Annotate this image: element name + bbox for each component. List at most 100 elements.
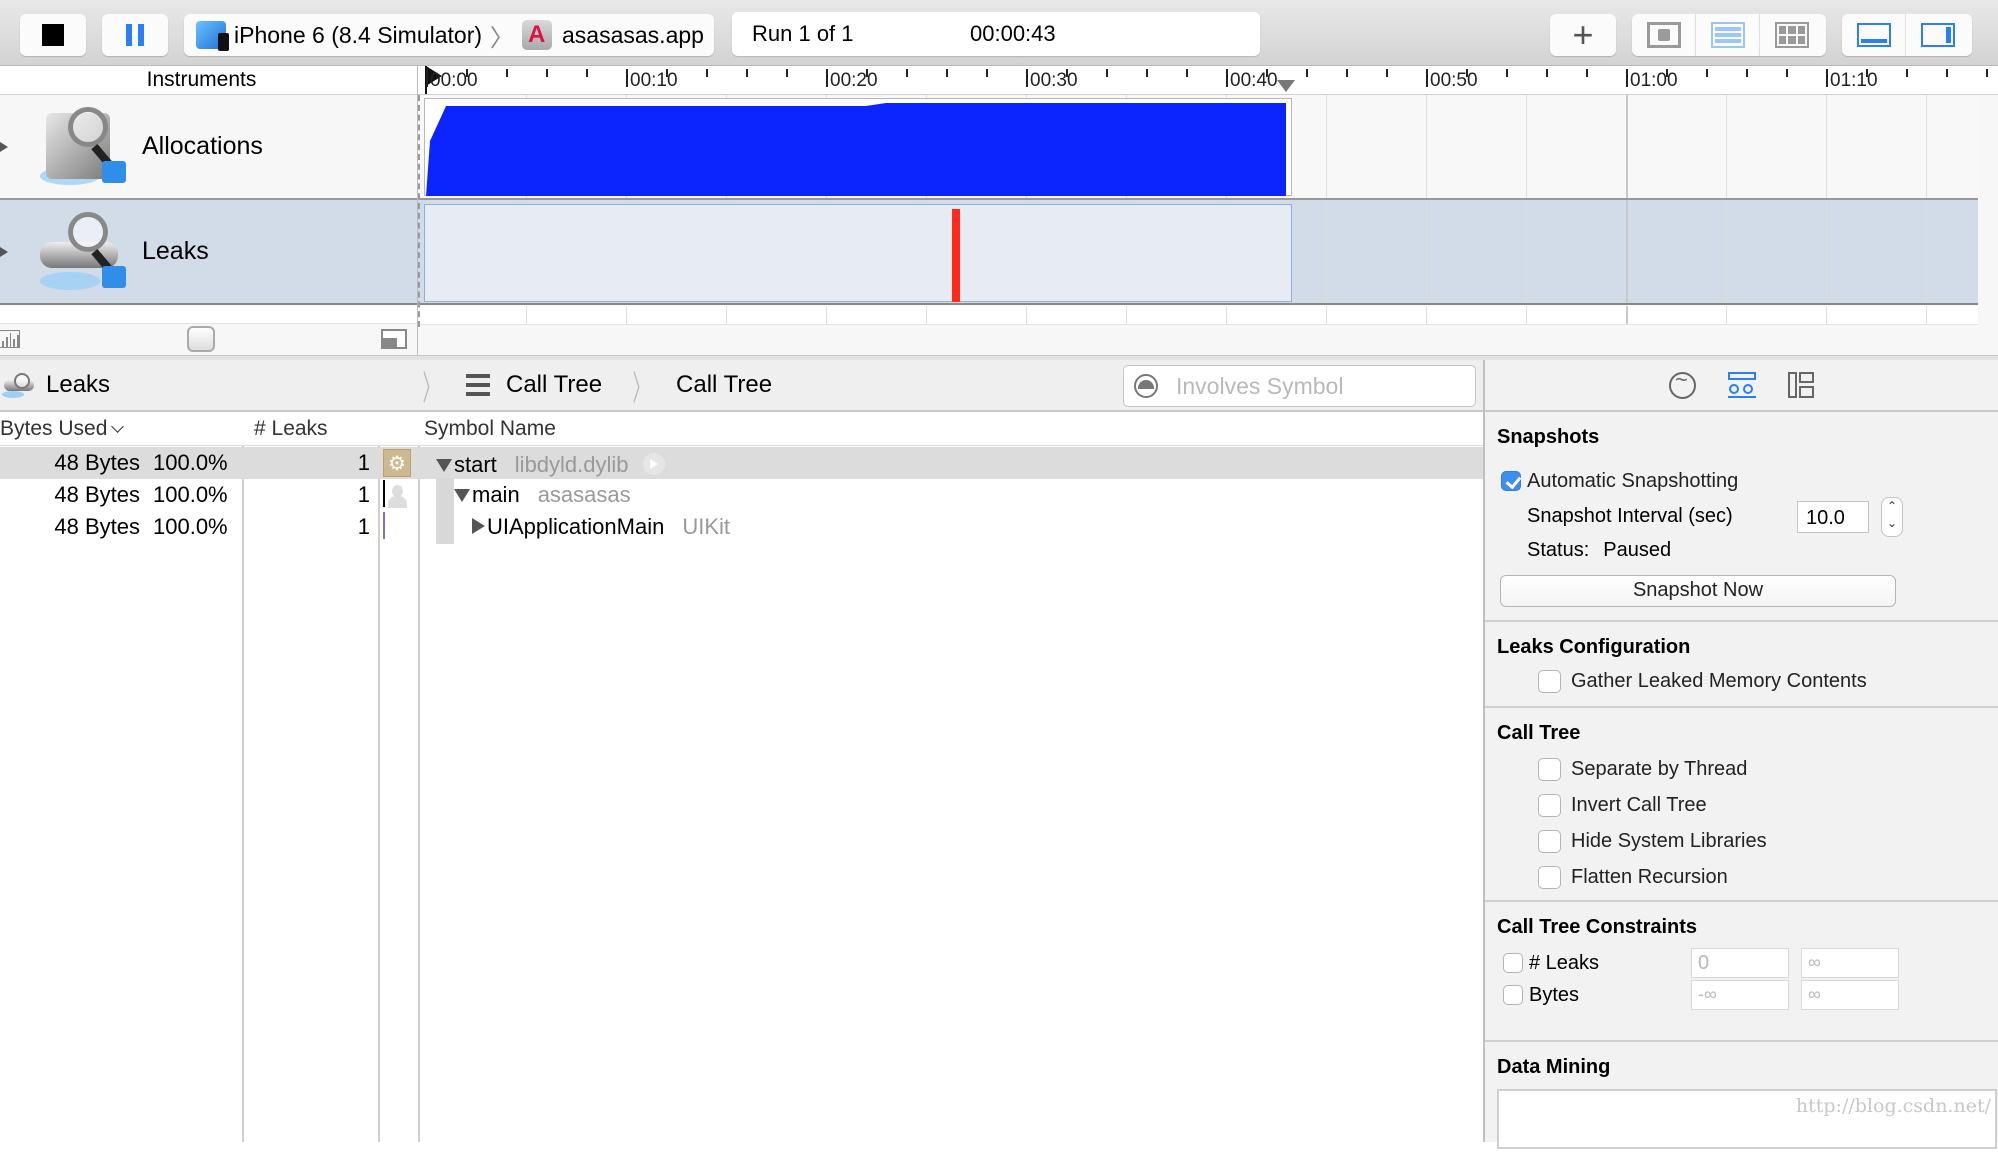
table-row[interactable]: 48 Bytes 100.0% 1 main asasasas <box>0 479 1483 511</box>
leaks-graph <box>952 209 960 302</box>
stop-button[interactable] <box>20 14 86 56</box>
breadcrumb-view[interactable]: Call Tree <box>506 371 602 399</box>
leaks-constraint-checkbox[interactable] <box>1503 953 1523 973</box>
leaks-min-field[interactable]: 0 <box>1691 948 1789 978</box>
bytes-min-field[interactable]: -∞ <box>1691 980 1789 1010</box>
section-title: Call Tree Constraints <box>1497 916 1698 938</box>
ruler-tick-label: 00:40 <box>1230 70 1278 91</box>
add-instrument-button[interactable]: + <box>1550 14 1616 56</box>
bytes-percent: 100.0% <box>153 450 228 475</box>
timeline-footer <box>418 326 1998 356</box>
track-snap-icon[interactable] <box>381 329 407 349</box>
column-header-leaks[interactable]: # Leaks <box>254 417 328 441</box>
section-title: Data Mining <box>1497 1056 1611 1078</box>
column-divider[interactable] <box>378 446 380 1142</box>
column-header-symbol-name[interactable]: Symbol Name <box>424 417 556 441</box>
leaks-icon <box>2 371 38 399</box>
gather-contents-option[interactable]: Gather Leaked Memory Contents <box>1497 665 1998 697</box>
chevron-right-icon: 〉 <box>490 24 515 52</box>
column-divider[interactable] <box>418 446 420 1142</box>
collapsed-triangle-icon[interactable] <box>472 518 485 534</box>
bytes-constraint-checkbox[interactable] <box>1503 985 1523 1005</box>
flatten-recursion-checkbox[interactable] <box>1538 865 1561 889</box>
ruler-tick <box>706 69 708 77</box>
time-ruler[interactable]: 00:00 00:10 00:20 00:30 00:40 00:50 01:00 01:10 <box>418 66 1998 95</box>
column-header-bytes-used[interactable]: Bytes Used <box>0 417 125 441</box>
pause-button[interactable] <box>102 14 168 56</box>
timeline[interactable]: 00:00 00:10 00:20 00:30 00:40 00:50 01:00 01:10 <box>417 66 1998 356</box>
symbol-name: start <box>454 452 497 477</box>
snapshot-now-button[interactable]: Snapshot Now <box>1500 575 1896 607</box>
ruler-tick <box>786 69 788 77</box>
recording-end-marker-icon[interactable] <box>1277 80 1295 92</box>
flatten-recursion-option[interactable]: Flatten Recursion <box>1497 859 1998 895</box>
target-selector[interactable]: iPhone 6 (8.4 Simulator) 〉 asasasas.app <box>184 14 714 56</box>
grid-line <box>1226 306 1227 324</box>
go-to-source-icon[interactable] <box>642 453 665 475</box>
target-name[interactable]: asasasas.app <box>562 22 704 49</box>
data-mining-list[interactable]: http://blog.csdn.net/ <box>1497 1089 1997 1149</box>
leaks-max-field[interactable]: ∞ <box>1801 948 1899 978</box>
instrument-row-leaks[interactable]: Leaks <box>0 200 417 305</box>
library-name: asasasas <box>537 482 631 507</box>
column-divider[interactable] <box>242 446 244 1142</box>
leak-count: 1 <box>357 482 370 507</box>
ruler-tick <box>1746 69 1748 77</box>
table-row[interactable]: 48 Bytes 100.0% 1 ⚙ start libdyld.dylib <box>0 447 1483 479</box>
toggle-inspector-button[interactable] <box>1906 14 1970 56</box>
separate-by-thread-option[interactable]: Separate by Thread <box>1497 751 1998 787</box>
status-label: Status: <box>1527 538 1590 561</box>
status-value: Paused <box>1603 538 1672 561</box>
grid-view-button[interactable] <box>1760 14 1824 56</box>
grid-line <box>826 306 827 324</box>
hide-system-libraries-checkbox[interactable] <box>1538 829 1561 853</box>
leaks-constraint-row: # Leaks 0 ∞ <box>1497 947 1998 979</box>
snapshot-interval-field[interactable]: 10.0 <box>1797 501 1869 533</box>
breadcrumb-subview[interactable]: Call Tree <box>676 371 772 399</box>
display-settings-icon[interactable] <box>1728 372 1756 398</box>
device-name[interactable]: iPhone 6 (8.4 Simulator) <box>234 22 482 49</box>
extended-detail-icon[interactable] <box>1788 372 1814 398</box>
run-status: Run 1 of 1 <box>752 21 854 46</box>
grid-icon <box>1775 22 1809 48</box>
inspector-panel: Snapshots Automatic Snapshotting Snapsho… <box>1483 360 1998 1149</box>
cpu-view-button[interactable] <box>1632 14 1696 56</box>
toggle-detail-panel-button[interactable] <box>1842 14 1906 56</box>
breadcrumb-instrument[interactable]: Leaks <box>0 371 410 399</box>
expand-triangle-icon[interactable] <box>436 459 452 472</box>
list-view-button[interactable] <box>1696 14 1760 56</box>
toolbar: iPhone 6 (8.4 Simulator) 〉 asasasas.app … <box>0 0 1998 66</box>
automatic-snapshotting-checkbox[interactable] <box>1501 471 1521 491</box>
ruler-tick-label: 00:50 <box>1430 70 1478 91</box>
bytes-used: 48 Bytes <box>54 450 140 475</box>
leak-event-bar[interactable] <box>952 209 960 302</box>
instrument-row-allocations[interactable]: Allocations <box>0 95 417 200</box>
leak-count: 1 <box>357 450 370 475</box>
expand-triangle-icon[interactable] <box>454 489 470 502</box>
ruler-tick <box>746 69 748 77</box>
gather-contents-checkbox[interactable] <box>1538 669 1561 693</box>
filter-icon[interactable] <box>1134 374 1158 398</box>
ruler-tick <box>546 69 548 77</box>
symbol-search-field[interactable] <box>1123 365 1476 407</box>
timeline-footer-grid <box>418 306 1978 325</box>
table-row[interactable]: 48 Bytes 100.0% 1 UIApplicationMain UIKit <box>0 511 1483 543</box>
disclosure-triangle-icon[interactable] <box>0 246 8 257</box>
inspection-head[interactable] <box>418 95 420 327</box>
instrument-name: Leaks <box>142 237 209 265</box>
interval-stepper[interactable]: ⌃ ⌄ <box>1881 497 1903 537</box>
track-height-toggle[interactable] <box>186 326 215 352</box>
hide-system-libraries-option[interactable]: Hide System Libraries <box>1497 823 1998 859</box>
track-display-icon[interactable] <box>0 330 20 348</box>
allocations-lane[interactable] <box>418 95 1978 200</box>
separate-by-thread-checkbox[interactable] <box>1538 757 1561 781</box>
bytes-max-field[interactable]: ∞ <box>1801 980 1899 1010</box>
automatic-snapshotting-option[interactable]: Automatic Snapshotting <box>1497 463 1998 499</box>
invert-call-tree-option[interactable]: Invert Call Tree <box>1497 787 1998 823</box>
leaks-lane[interactable] <box>418 200 1978 305</box>
invert-call-tree-checkbox[interactable] <box>1538 793 1561 817</box>
symbol-cell: main asasasas <box>454 482 631 508</box>
disclosure-triangle-icon[interactable] <box>0 141 8 152</box>
involves-symbol-input[interactable] <box>1176 372 1456 400</box>
record-settings-icon[interactable] <box>1669 367 1696 399</box>
